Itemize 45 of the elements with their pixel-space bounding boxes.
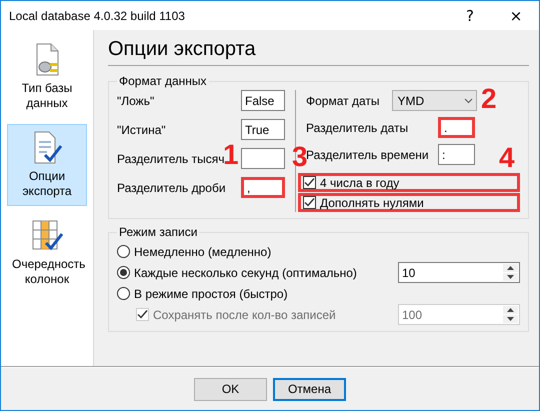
- window-title: Local database 4.0.32 build 1103: [9, 8, 186, 22]
- date-format-dropdown[interactable]: YMD: [392, 90, 476, 111]
- ok-button[interactable]: OK: [194, 378, 267, 400]
- sidebar-item[interactable]: Опции экспорта: [7, 124, 87, 206]
- input-field[interactable]: :: [438, 144, 475, 165]
- option-label[interactable]: Каждые несколько секунд (оптимально): [134, 266, 357, 280]
- field-label: Разделитель тысяч: [117, 152, 224, 166]
- radio-button[interactable]: [117, 245, 130, 258]
- grid-check-icon: [31, 219, 63, 253]
- annotation-number: 2: [481, 85, 497, 113]
- field-label: Разделитель даты: [306, 120, 410, 134]
- spin-arrows-icon[interactable]: [503, 264, 518, 281]
- cancel-button[interactable]: Отмена: [273, 378, 346, 400]
- field-label: "Истина": [117, 122, 166, 136]
- spin-arrows-icon[interactable]: [503, 306, 518, 323]
- field-label: Разделитель дроби: [117, 180, 226, 194]
- caret-icon: [464, 98, 472, 104]
- number-field[interactable]: 10: [398, 262, 520, 283]
- group-title: Формат данных: [118, 74, 208, 88]
- option-label[interactable]: В режиме простоя (быстро): [134, 286, 288, 300]
- sidebar-item[interactable]: Очередность колонок: [7, 212, 87, 294]
- input-field[interactable]: True: [241, 119, 285, 140]
- check-icon: [304, 197, 315, 208]
- close-button[interactable]: ×: [493, 1, 539, 30]
- field-label: Разделитель времени: [306, 148, 430, 162]
- option-label[interactable]: Немедленно (медленно): [134, 244, 272, 258]
- group-title: Режим записи: [118, 225, 198, 239]
- check-icon: [137, 309, 148, 320]
- radio-button[interactable]: [117, 266, 130, 279]
- page-title: Опции экспорта: [108, 38, 529, 66]
- check-icon: [304, 177, 315, 188]
- annotation-number: 4: [499, 144, 515, 172]
- input-field[interactable]: [241, 148, 285, 169]
- field-label: "Ложь": [117, 94, 154, 108]
- help-button[interactable]: ?: [447, 1, 493, 30]
- sidebar-item[interactable]: Тип базы данных: [7, 36, 87, 118]
- checkbox[interactable]: 4 числа в году: [298, 173, 520, 192]
- input-field[interactable]: ,: [241, 177, 285, 198]
- checkbox[interactable]: Дополнять нулями: [298, 193, 520, 212]
- input-field[interactable]: .: [438, 117, 475, 138]
- input-field[interactable]: False: [241, 90, 285, 111]
- radio-button[interactable]: [117, 287, 130, 300]
- annotation-number: 3: [292, 143, 308, 171]
- annotation-number: 1: [223, 141, 239, 169]
- field-label: Формат даты: [306, 94, 380, 108]
